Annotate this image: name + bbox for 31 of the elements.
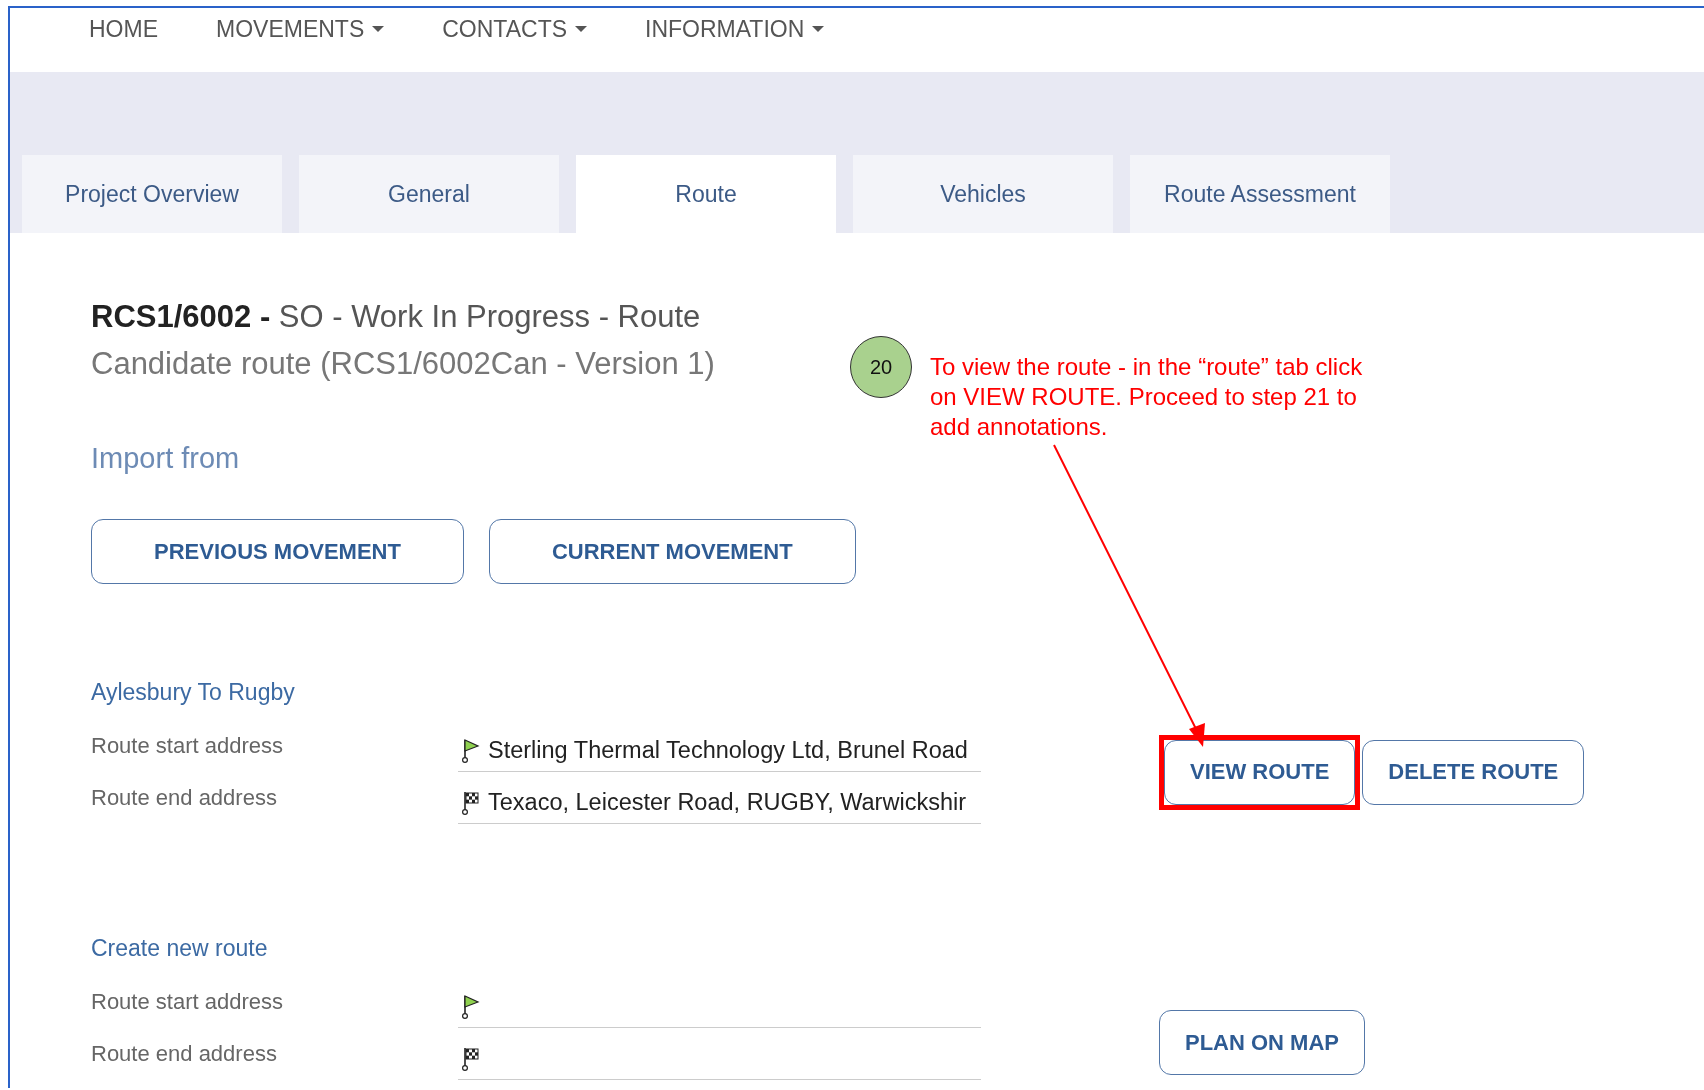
checkered-flag-icon [462,789,480,815]
field-label: Route start address [91,733,284,759]
import-button[interactable]: CURRENT MOVEMENT [488,519,856,584]
start-flag-icon [462,737,480,763]
route-button[interactable]: VIEW ROUTE [1164,739,1356,805]
address-field[interactable]: Sterling Thermal Technology Ltd, Brunel Road [458,729,981,772]
import-button[interactable]: PREVIOUS MOVEMENT [91,519,464,584]
page-subtitle: Candidate route (RCS1/6002Can - Version 1) [91,345,715,383]
nav-link[interactable]: INFORMATION [645,15,825,43]
nav-link[interactable]: HOME [89,15,158,43]
page-title: RCS1/6002 - SO - Work In Progress - Route [91,298,701,336]
tab[interactable]: Vehicles [853,155,1113,233]
start-flag-icon [462,993,480,1019]
step-number: 20 [850,336,912,398]
checkered-flag-icon [462,1045,480,1071]
nav-link[interactable]: MOVEMENTS [216,15,385,43]
field-label: Route end address [91,785,278,811]
tab[interactable]: Route Assessment [1130,155,1390,233]
field-label: Route end address [91,1041,278,1067]
route-button[interactable]: DELETE ROUTE [1362,739,1585,805]
section-heading: Aylesbury To Rugby [91,678,296,706]
section-heading: Create new route [91,934,269,962]
nav-link[interactable]: CONTACTS [442,15,588,43]
annotation-text: To view the route - in the “route” tab click on VIEW ROUTE. Proceed to step 21 to add annotations. [930,352,1364,442]
tab[interactable]: Route [576,155,836,233]
address-field[interactable]: Texaco, Leicester Road, RUGBY, Warwickshir [458,781,981,824]
tab[interactable]: General [299,155,559,233]
tab[interactable]: Project Overview [22,155,282,233]
field-label: Route start address [91,989,284,1015]
route-button[interactable]: PLAN ON MAP [1159,1010,1365,1075]
section-heading: Import from [91,442,240,475]
